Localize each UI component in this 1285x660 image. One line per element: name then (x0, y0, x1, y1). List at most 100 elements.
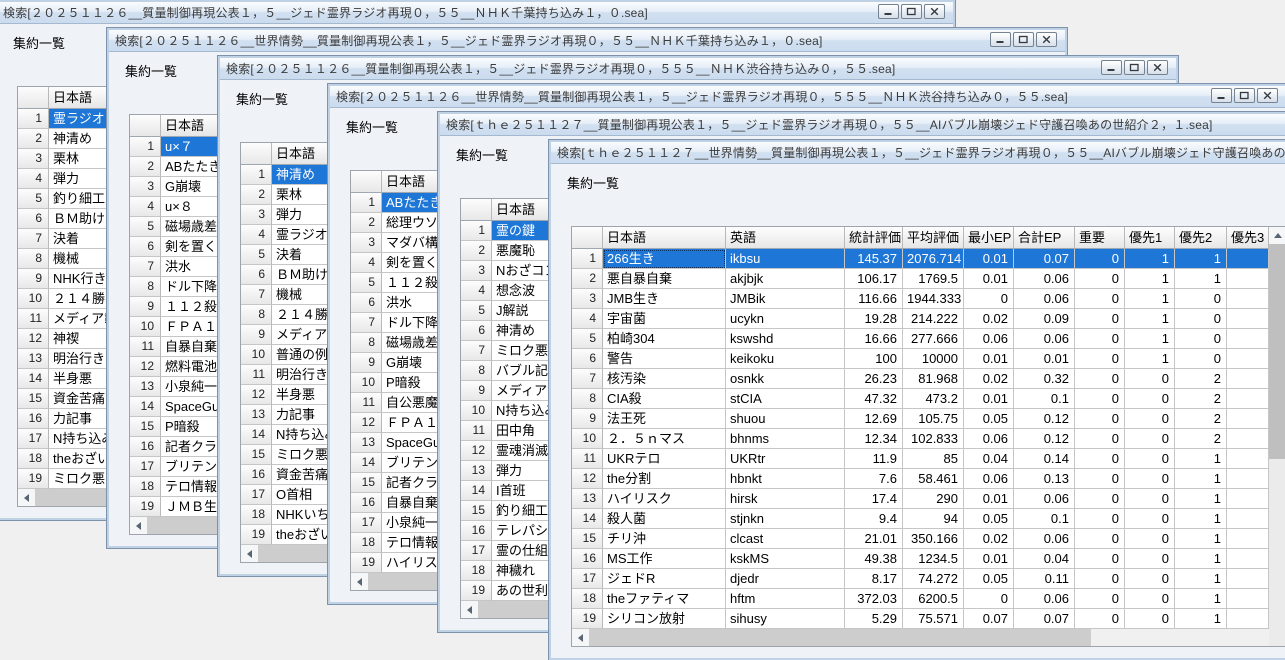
row-number-cell[interactable]: 11 (241, 365, 272, 385)
row-number-cell[interactable]: 19 (351, 553, 382, 573)
cell[interactable] (1227, 609, 1269, 629)
column-header[interactable]: 統計評価 (845, 227, 903, 249)
cell[interactable]: 1 (1175, 509, 1227, 529)
cell[interactable]: kswshd (726, 329, 845, 349)
cell[interactable]: 11.9 (845, 449, 903, 469)
cell[interactable] (1227, 269, 1269, 289)
vertical-scrollbar[interactable] (1269, 227, 1285, 646)
cell[interactable]: 1 (1175, 569, 1227, 589)
cell[interactable]: keikoku (726, 349, 845, 369)
cell[interactable]: 58.461 (903, 469, 964, 489)
cell[interactable]: theファティマ (603, 589, 726, 609)
row-number-cell[interactable]: 11 (351, 393, 382, 413)
cell[interactable]: 8.17 (845, 569, 903, 589)
cell[interactable]: 0 (1125, 549, 1175, 569)
cell[interactable] (1227, 549, 1269, 569)
row-number-cell[interactable]: 14 (572, 509, 603, 529)
cell[interactable]: 100 (845, 349, 903, 369)
cell[interactable]: osnkk (726, 369, 845, 389)
column-header[interactable]: 合計EP (1014, 227, 1075, 249)
cell[interactable]: 10000 (903, 349, 964, 369)
cell[interactable]: stjnkn (726, 509, 845, 529)
scrollbar-thumb[interactable] (1269, 244, 1285, 459)
cell[interactable]: 柏崎304 (603, 329, 726, 349)
row-number-cell[interactable]: 4 (18, 169, 49, 189)
row-number-cell[interactable]: 15 (130, 417, 161, 437)
cell[interactable]: 0 (1075, 449, 1125, 469)
cell[interactable]: 0 (1075, 329, 1125, 349)
cell[interactable]: 2076.714 (903, 249, 964, 269)
row-number-cell[interactable]: 11 (130, 337, 161, 357)
row-number-cell[interactable]: 4 (461, 281, 492, 301)
cell[interactable]: 0 (1125, 589, 1175, 609)
cell[interactable] (1227, 289, 1269, 309)
table-row[interactable]: 2 悪自暴自棄 akjbjk 106.17 1769.5 0.01 0.06 0 1 1 (572, 269, 1285, 289)
row-number-cell[interactable]: 15 (461, 501, 492, 521)
cell[interactable]: 0 (1075, 569, 1125, 589)
cell[interactable]: 0.01 (1014, 349, 1075, 369)
row-number-cell[interactable]: 10 (241, 345, 272, 365)
row-number-cell[interactable]: 18 (572, 589, 603, 609)
cell[interactable]: 0.06 (1014, 329, 1075, 349)
cell[interactable]: 警告 (603, 349, 726, 369)
cell[interactable]: 9.4 (845, 509, 903, 529)
row-number-cell[interactable]: 1 (572, 249, 603, 269)
cell[interactable]: 16.66 (845, 329, 903, 349)
row-number-cell[interactable]: 8 (461, 361, 492, 381)
cell[interactable]: the分割 (603, 469, 726, 489)
table-row[interactable]: 3 JMB生き JMBik 116.66 1944.333 0 0.06 0 1 0 (572, 289, 1285, 309)
cell[interactable]: 21.01 (845, 529, 903, 549)
row-number-cell[interactable]: 15 (18, 389, 49, 409)
row-number-cell[interactable]: 12 (130, 357, 161, 377)
row-number-cell[interactable]: 6 (461, 321, 492, 341)
row-number-cell[interactable]: 16 (241, 465, 272, 485)
cell[interactable]: 94 (903, 509, 964, 529)
cell[interactable]: 1 (1175, 469, 1227, 489)
row-number-cell[interactable]: 18 (351, 533, 382, 553)
table-row[interactable]: 18 theファティマ hftm 372.03 6200.5 0 0.06 0 0 1 (572, 589, 1285, 609)
cell[interactable]: 2 (1175, 429, 1227, 449)
close-button[interactable] (924, 4, 945, 19)
cell[interactable]: akjbjk (726, 269, 845, 289)
row-number-cell[interactable]: 7 (461, 341, 492, 361)
column-header[interactable]: 優先2 (1175, 227, 1227, 249)
cell[interactable]: 0 (1075, 469, 1125, 489)
cell[interactable]: 0 (1075, 389, 1125, 409)
row-number-cell[interactable]: 15 (572, 529, 603, 549)
cell[interactable]: 殺人菌 (603, 509, 726, 529)
cell[interactable]: 473.2 (903, 389, 964, 409)
cell[interactable]: 0.14 (1014, 449, 1075, 469)
cell[interactable]: kskMS (726, 549, 845, 569)
cell[interactable]: 0 (1125, 369, 1175, 389)
cell[interactable]: JMBik (726, 289, 845, 309)
cell[interactable]: 0.13 (1014, 469, 1075, 489)
row-number-cell[interactable]: 11 (572, 449, 603, 469)
cell[interactable]: 0 (1075, 409, 1125, 429)
table-row[interactable]: 12 the分割 hbnkt 7.6 58.461 0.06 0.13 0 0 1 (572, 469, 1285, 489)
cell[interactable]: 74.272 (903, 569, 964, 589)
table-row[interactable]: 15 チリ沖 clcast 21.01 350.166 0.02 0.06 0 0 1 (572, 529, 1285, 549)
close-button[interactable] (1147, 60, 1168, 75)
scroll-left-button[interactable] (241, 545, 258, 562)
minimize-button[interactable] (990, 32, 1011, 47)
cell[interactable] (1227, 529, 1269, 549)
minimize-button[interactable] (878, 4, 899, 19)
row-number-cell[interactable]: 2 (572, 269, 603, 289)
row-number-cell[interactable]: 5 (461, 301, 492, 321)
cell[interactable]: 0 (1175, 349, 1227, 369)
row-number-cell[interactable]: 10 (351, 373, 382, 393)
row-number-cell[interactable]: 9 (461, 381, 492, 401)
cell[interactable]: 0 (1075, 549, 1125, 569)
window-titlebar[interactable]: 検索[ｔｈｅ２５１１２７__質量制御再現公表１，５__ジェド霊界ラジオ再現０，５… (440, 114, 1285, 136)
cell[interactable]: 1 (1175, 489, 1227, 509)
row-number-cell[interactable]: 3 (18, 149, 49, 169)
row-number-cell[interactable]: 18 (18, 449, 49, 469)
cell[interactable]: hbnkt (726, 469, 845, 489)
table-row[interactable]: 6 警告 keikoku 100 10000 0.01 0.01 0 1 0 (572, 349, 1285, 369)
window-titlebar[interactable]: 検索[２０２５１１２６__質量制御再現公表１，５__ジェド霊界ラジオ再現０，５５… (0, 2, 953, 24)
cell[interactable]: 75.571 (903, 609, 964, 629)
row-number-cell[interactable]: 17 (18, 429, 49, 449)
table-row[interactable]: 17 ジェドR djedr 8.17 74.272 0.05 0.11 0 0 1 (572, 569, 1285, 589)
cell[interactable]: 81.968 (903, 369, 964, 389)
column-header[interactable]: 平均評価 (903, 227, 964, 249)
